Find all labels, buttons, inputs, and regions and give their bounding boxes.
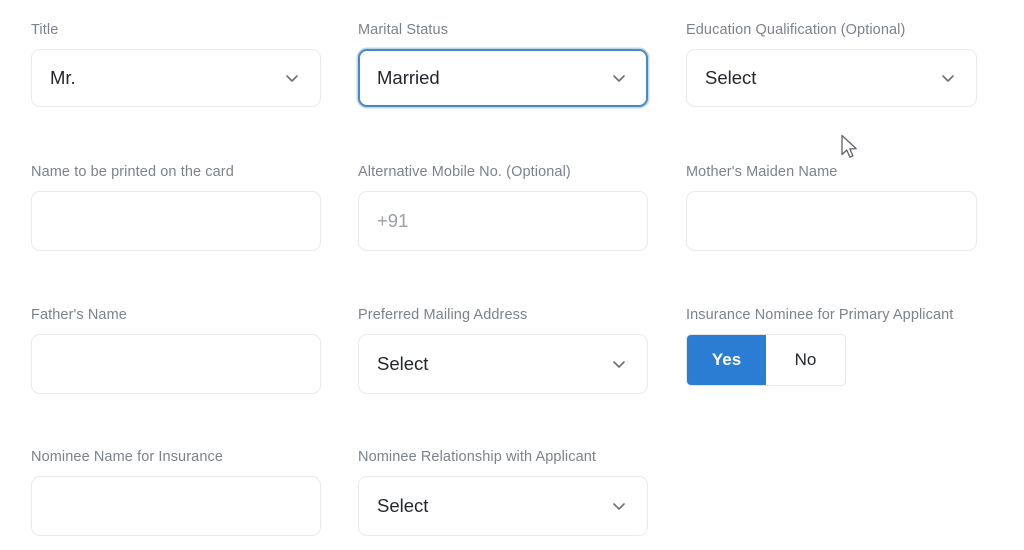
title-select[interactable]: Mr.	[31, 49, 321, 107]
nominee-relationship-select-value: Select	[377, 496, 429, 516]
field-education-qualification: Education Qualification (Optional) Selec…	[686, 21, 977, 107]
field-marital-status: Marital Status Married	[358, 21, 648, 107]
education-qualification-select-value: Select	[705, 68, 757, 88]
field-label-insurance-nominee-primary-applicant: Insurance Nominee for Primary Applicant	[686, 307, 954, 323]
title-select-value: Mr.	[50, 68, 76, 88]
field-nominee-relationship-with-applicant: Nominee Relationship with Applicant Sele…	[358, 448, 648, 536]
field-title: Title Mr.	[31, 21, 321, 107]
marital-status-select-value: Married	[377, 68, 440, 88]
field-label-title: Title	[31, 22, 59, 38]
field-nominee-name-for-insurance: Nominee Name for Insurance	[31, 448, 321, 536]
field-label-alternative-mobile: Alternative Mobile No. (Optional)	[358, 164, 571, 180]
field-label-fathers-name: Father's Name	[31, 307, 127, 323]
education-qualification-select[interactable]: Select	[686, 49, 977, 107]
insurance-nominee-option-no[interactable]: No	[766, 335, 845, 385]
name-on-card-input[interactable]	[31, 191, 321, 251]
field-alternative-mobile: Alternative Mobile No. (Optional) +91	[358, 163, 648, 251]
nominee-relationship-select[interactable]: Select	[358, 476, 648, 536]
field-name-on-card: Name to be printed on the card	[31, 163, 321, 251]
insurance-nominee-option-yes[interactable]: Yes	[687, 335, 766, 385]
field-label-nominee-relationship-with-applicant: Nominee Relationship with Applicant	[358, 449, 597, 465]
fathers-name-input[interactable]	[31, 334, 321, 394]
insurance-nominee-toggle[interactable]: Yes No	[686, 334, 846, 386]
chevron-down-icon	[609, 496, 629, 516]
chevron-down-icon	[938, 68, 958, 88]
nominee-name-for-insurance-input[interactable]	[31, 476, 321, 536]
field-mothers-maiden-name: Mother's Maiden Name	[686, 163, 977, 251]
marital-status-select[interactable]: Married	[358, 49, 648, 107]
field-label-mothers-maiden-name: Mother's Maiden Name	[686, 164, 838, 180]
field-insurance-nominee-primary-applicant: Insurance Nominee for Primary Applicant …	[686, 306, 977, 386]
field-label-marital-status: Marital Status	[358, 22, 449, 38]
preferred-mailing-address-select[interactable]: Select	[358, 334, 648, 394]
mothers-maiden-name-input[interactable]	[686, 191, 977, 251]
field-label-education-qualification: Education Qualification (Optional)	[686, 22, 906, 38]
application-form: Title Mr. Marital Status Married Educati…	[0, 0, 1024, 550]
preferred-mailing-address-select-value: Select	[377, 354, 429, 374]
field-label-nominee-name-for-insurance: Nominee Name for Insurance	[31, 449, 223, 465]
chevron-down-icon	[282, 68, 302, 88]
field-label-preferred-mailing-address: Preferred Mailing Address	[358, 307, 528, 323]
field-label-name-on-card: Name to be printed on the card	[31, 164, 234, 180]
field-preferred-mailing-address: Preferred Mailing Address Select	[358, 306, 648, 394]
alternative-mobile-input[interactable]: +91	[358, 191, 648, 251]
chevron-down-icon	[609, 68, 629, 88]
alternative-mobile-input-placeholder: +91	[377, 211, 409, 231]
field-fathers-name: Father's Name	[31, 306, 321, 394]
chevron-down-icon	[609, 354, 629, 374]
